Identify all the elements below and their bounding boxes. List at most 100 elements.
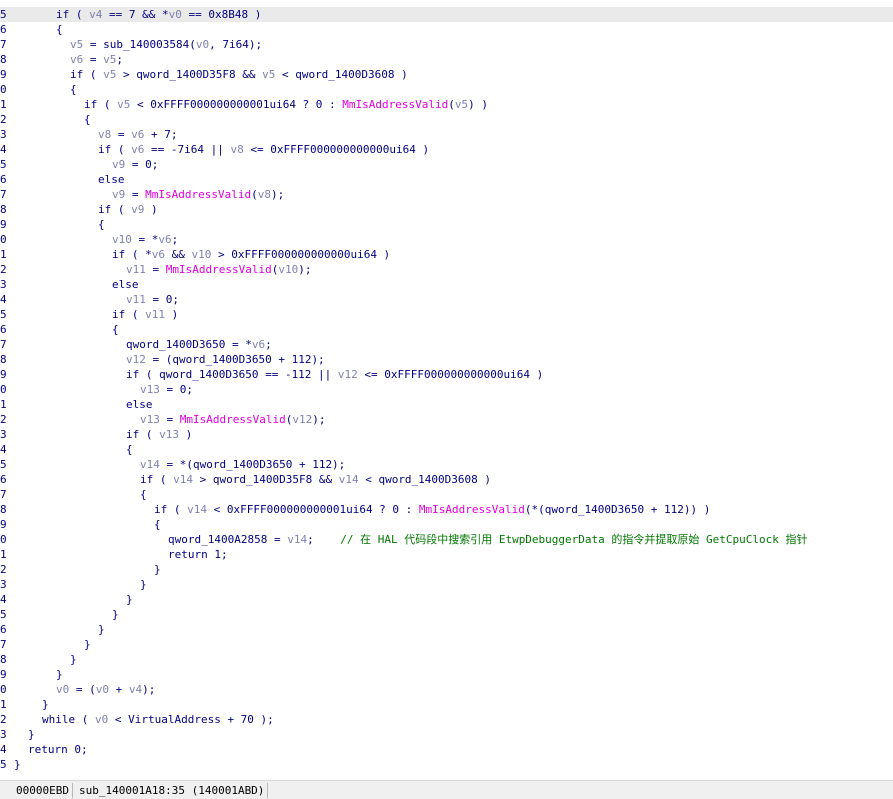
code-text[interactable]: } (98, 622, 105, 637)
code-token[interactable]: if ( (84, 98, 117, 111)
code-text[interactable]: } (84, 637, 91, 652)
variable-token[interactable]: v13 (140, 383, 160, 396)
code-token[interactable]: = ( (69, 683, 96, 696)
variable-token[interactable]: v11 (145, 308, 165, 321)
code-token[interactable]: ); (142, 683, 155, 696)
variable-token[interactable]: v6 (152, 248, 165, 261)
code-text[interactable]: if ( v5 > qword_1400D35F8 && v5 < qword_… (70, 67, 408, 82)
code-text[interactable]: v11 = MmIsAddressValid(v10); (126, 262, 311, 277)
code-token[interactable]: { (84, 113, 91, 126)
variable-token[interactable]: v14 (339, 473, 359, 486)
code-token[interactable]: > qword_1400D35F8 && (116, 68, 262, 81)
code-token[interactable]: return 1; (168, 548, 228, 561)
code-line[interactable]: 0 v10 = *v6; (0, 232, 893, 247)
code-text[interactable]: } (56, 667, 63, 682)
code-text[interactable]: v6 = v5; (70, 52, 123, 67)
code-line[interactable]: 5 if ( v4 == 7 && *v0 == 0x8B48 ) (0, 7, 893, 22)
code-line[interactable]: 5} (0, 757, 893, 772)
code-line[interactable]: 3} (0, 577, 893, 592)
code-line[interactable]: 0 qword_1400A2858 = v14; // 在 HAL 代码段中搜索引… (0, 532, 893, 547)
code-token[interactable]: ); (271, 188, 284, 201)
code-line[interactable]: 9 if ( v5 > qword_1400D35F8 && v5 < qword… (0, 67, 893, 82)
code-text[interactable]: { (70, 82, 77, 97)
code-token[interactable]: } (42, 698, 49, 711)
code-line[interactable]: 6{ (0, 322, 893, 337)
code-text[interactable]: } (140, 577, 147, 592)
variable-token[interactable]: v8 (98, 128, 111, 141)
code-token[interactable]: ; (172, 233, 179, 246)
code-line[interactable]: 5 v14 = *(qword_1400D3650 + 112); (0, 457, 893, 472)
code-line[interactable]: 5 v9 = 0; (0, 157, 893, 172)
code-line[interactable]: 6 else (0, 172, 893, 187)
code-text[interactable]: if ( v6 == -7i64 || v8 <= 0xFFFF00000000… (98, 142, 429, 157)
code-token[interactable]: = sub_140003584( (83, 38, 196, 51)
code-text[interactable]: { (98, 217, 105, 232)
code-token[interactable]: } (98, 623, 105, 636)
code-line[interactable]: 0 v0 = (v0 + v4); (0, 682, 893, 697)
variable-token[interactable]: v14 (187, 503, 207, 516)
code-token[interactable]: ) (144, 203, 158, 216)
code-text[interactable]: if ( v11 ) (112, 307, 178, 322)
variable-token[interactable]: v5 (117, 98, 130, 111)
code-token[interactable]: < 0xFFFF000000000001ui64 ? 0 : (207, 503, 419, 516)
variable-token[interactable]: v10 (192, 248, 212, 261)
code-text[interactable]: if ( v4 == 7 && *v0 == 0x8B48 ) (56, 7, 261, 22)
variable-token[interactable]: v10 (112, 233, 132, 246)
code-token[interactable]: } (112, 608, 119, 621)
code-token[interactable]: < VirtualAddress + 70 ); (108, 713, 274, 726)
code-line[interactable]: 7 v5 = sub_140003584(v0, 7i64); (0, 37, 893, 52)
code-line[interactable]: 1 if ( *v6 && v10 > 0xFFFF000000000000ui6… (0, 247, 893, 262)
variable-token[interactable]: v10 (278, 263, 298, 276)
code-line[interactable]: 9{ (0, 517, 893, 532)
code-text[interactable]: return 1; (168, 547, 228, 562)
code-token[interactable]: if ( (140, 473, 173, 486)
variable-token[interactable]: v0 (95, 713, 108, 726)
code-text[interactable]: } (14, 757, 21, 772)
code-token[interactable]: = 0; (160, 383, 193, 396)
code-line[interactable]: 9} (0, 667, 893, 682)
code-line[interactable]: 3 v8 = v6 + 7; (0, 127, 893, 142)
code-line[interactable]: 7} (0, 637, 893, 652)
code-token[interactable]: ); (298, 263, 311, 276)
code-token[interactable]: = (111, 128, 131, 141)
variable-token[interactable]: v12 (338, 368, 358, 381)
code-line[interactable]: 2 v11 = MmIsAddressValid(v10); (0, 262, 893, 277)
code-token[interactable]: { (98, 218, 105, 231)
variable-token[interactable]: v5 (70, 38, 83, 51)
code-text[interactable]: if ( v14 > qword_1400D35F8 && v14 < qwor… (140, 472, 491, 487)
code-line[interactable]: 3 else (0, 277, 893, 292)
code-token[interactable]: } (126, 593, 133, 606)
code-token[interactable]: = (83, 53, 103, 66)
code-token[interactable]: = (125, 188, 145, 201)
code-token[interactable]: < qword_1400D3608 ) (359, 473, 491, 486)
code-token[interactable]: { (126, 443, 133, 456)
code-text[interactable]: else (126, 397, 153, 412)
code-line[interactable]: 1} (0, 697, 893, 712)
code-token[interactable]: ( (448, 98, 455, 111)
code-text[interactable]: { (56, 22, 63, 37)
code-token[interactable]: } (140, 578, 147, 591)
code-line[interactable]: 1 return 1; (0, 547, 893, 562)
function-token[interactable]: MmIsAddressValid (145, 188, 251, 201)
code-text[interactable]: { (112, 322, 119, 337)
code-token[interactable]: ); (312, 413, 325, 426)
variable-token[interactable]: v5 (262, 68, 275, 81)
code-text[interactable]: else (98, 172, 125, 187)
code-line[interactable]: 4 return 0; (0, 742, 893, 757)
code-token[interactable]: return 0; (28, 743, 88, 756)
variable-token[interactable]: v9 (112, 188, 125, 201)
code-text[interactable]: v11 = 0; (126, 292, 179, 307)
variable-token[interactable]: v9 (131, 203, 144, 216)
code-text[interactable]: } (126, 592, 133, 607)
function-token[interactable]: MmIsAddressValid (180, 413, 286, 426)
code-token[interactable]: { (112, 323, 119, 336)
code-text[interactable]: v13 = MmIsAddressValid(v12); (140, 412, 325, 427)
code-token[interactable]: if ( (70, 68, 103, 81)
code-line[interactable]: 5 if ( v11 ) (0, 307, 893, 322)
code-token[interactable]: ; (307, 533, 340, 546)
code-token[interactable]: == -7i64 || (144, 143, 230, 156)
variable-token[interactable]: v13 (159, 428, 179, 441)
code-token[interactable]: = * (132, 233, 158, 246)
code-text[interactable]: v14 = *(qword_1400D3650 + 112); (140, 457, 345, 472)
code-line[interactable]: 4 if ( v6 == -7i64 || v8 <= 0xFFFF0000000… (0, 142, 893, 157)
